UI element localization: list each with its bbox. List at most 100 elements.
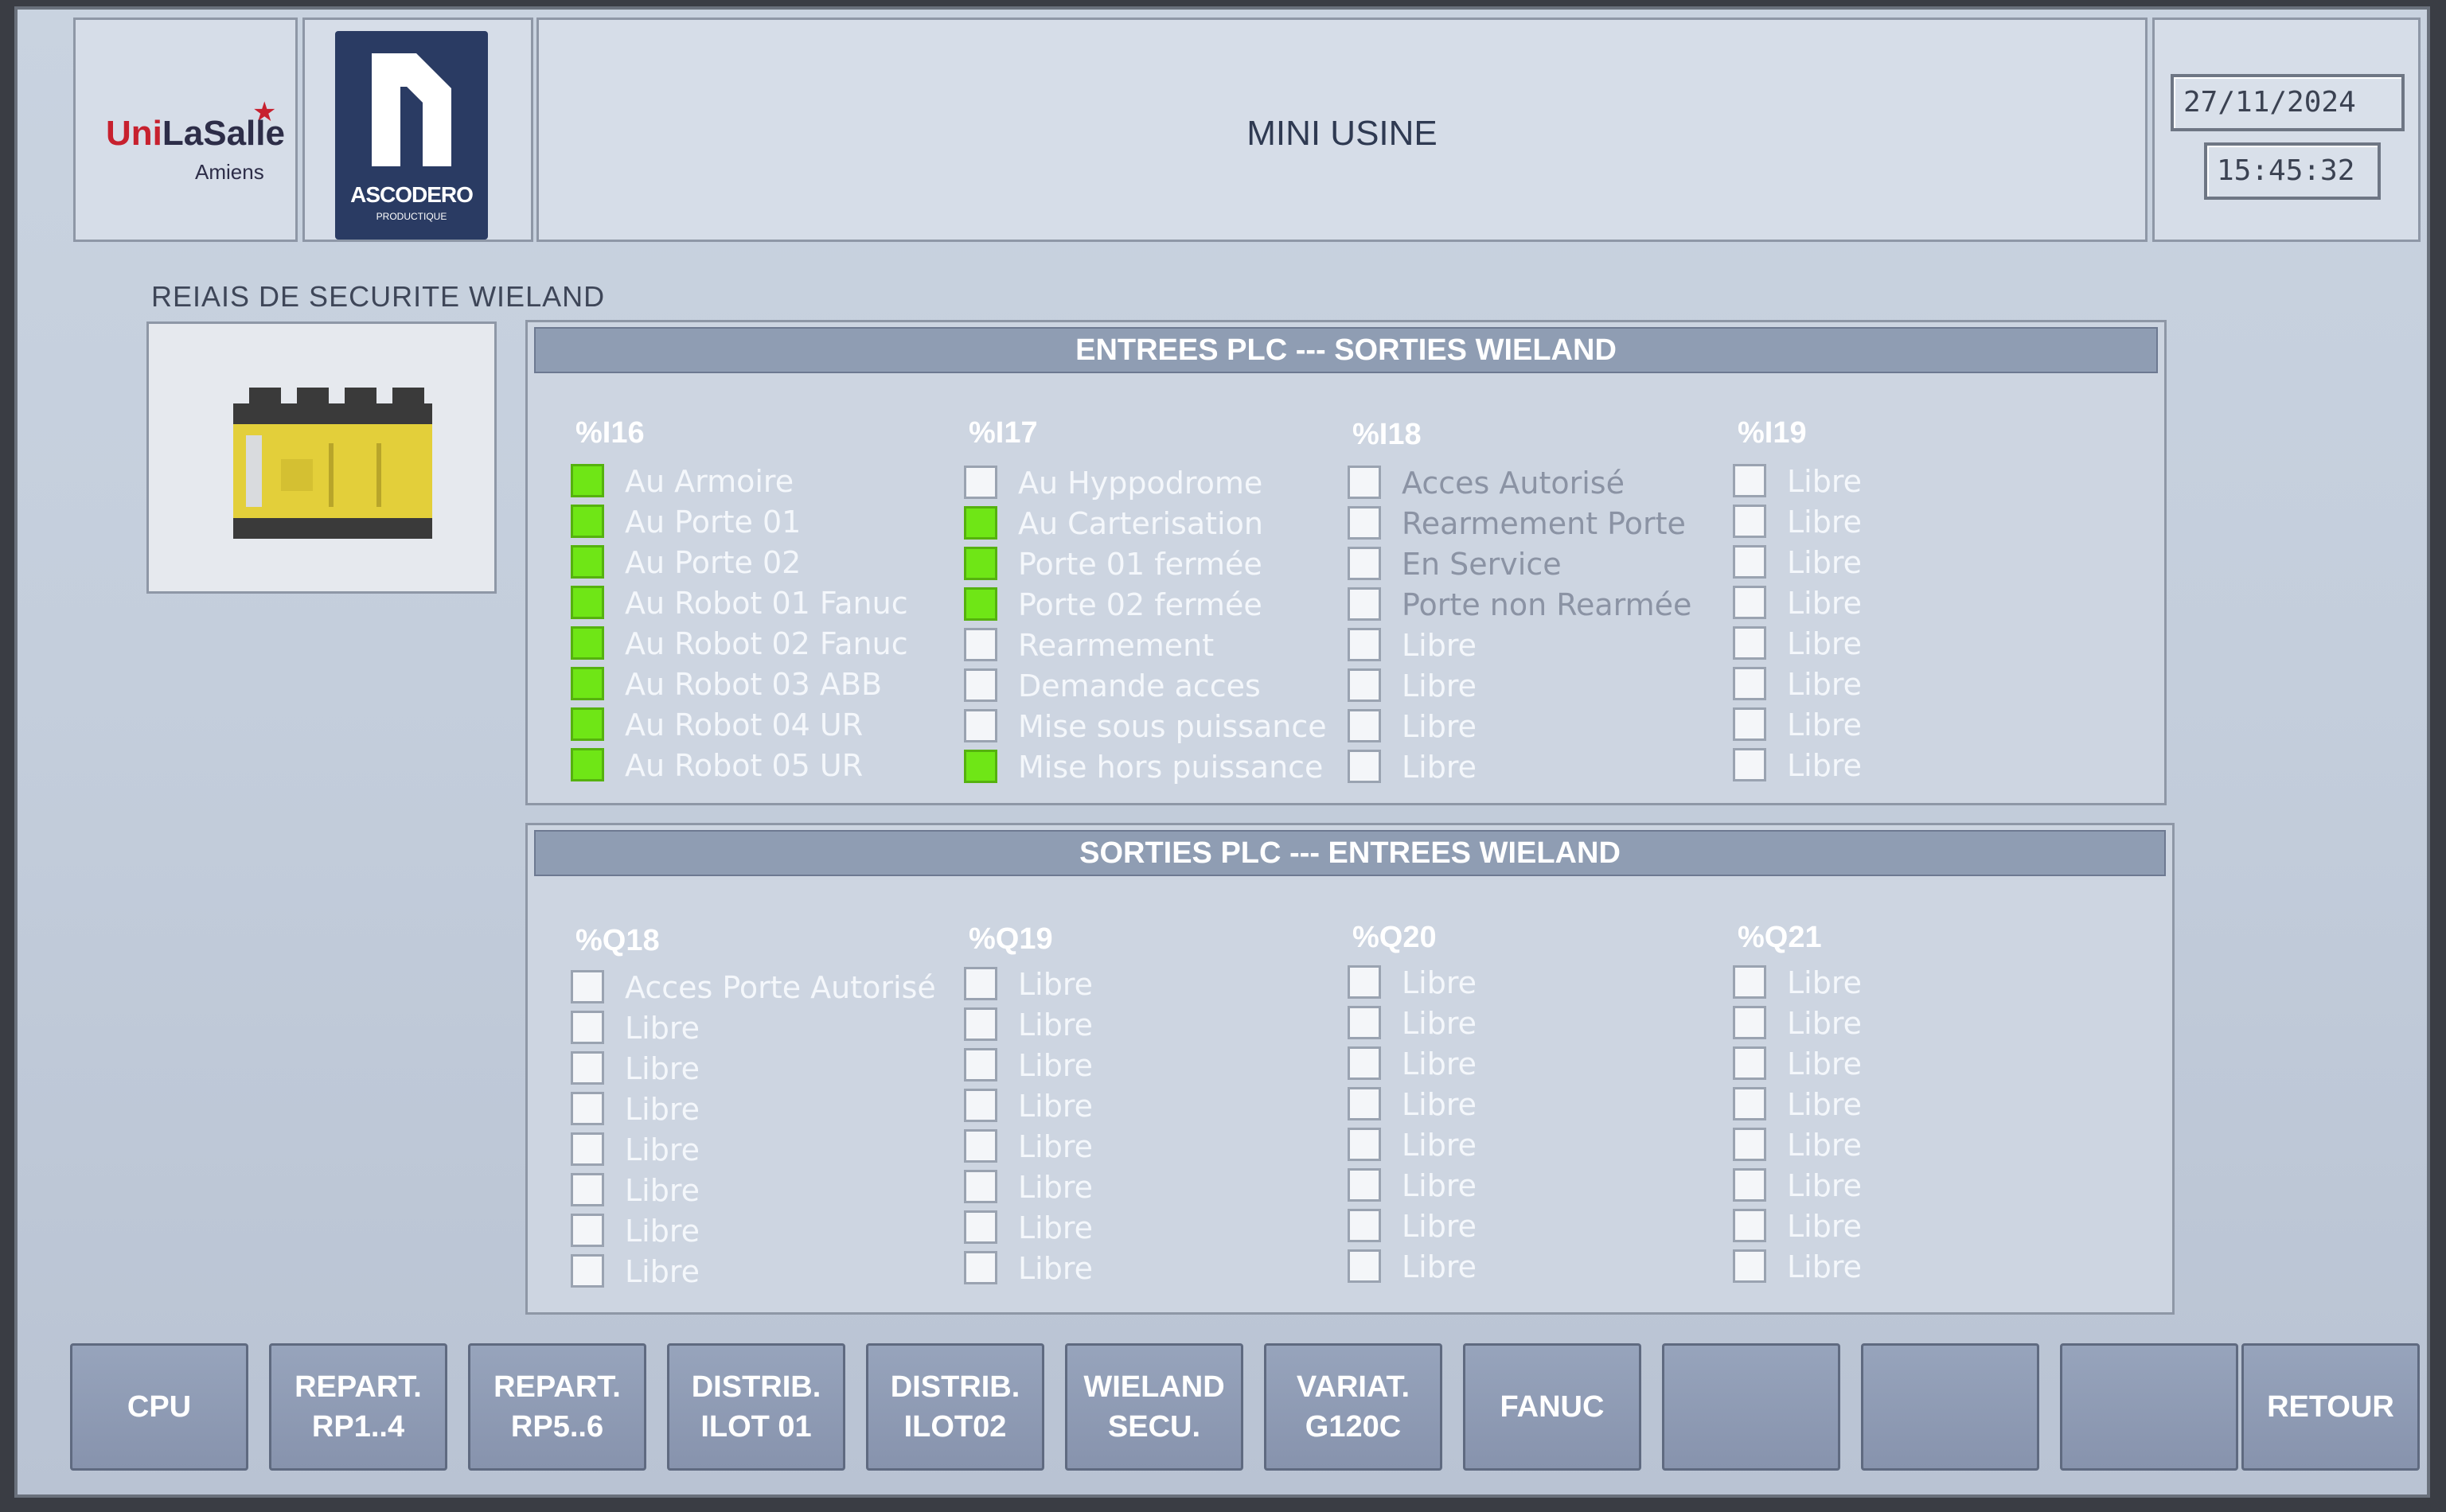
- status-indicator: [964, 1170, 997, 1203]
- signal-label: Libre: [1787, 626, 1863, 661]
- signal-label: Libre: [1787, 1087, 1863, 1122]
- status-indicator: [1348, 1046, 1381, 1080]
- signal-label: Au Robot 05 UR: [625, 748, 864, 783]
- signal-label: Libre: [1402, 1168, 1477, 1203]
- signal-label: Libre: [1787, 1168, 1863, 1203]
- empty-button-1[interactable]: [1662, 1343, 1840, 1471]
- distrib-ilot01-button[interactable]: DISTRIB. ILOT 01: [667, 1343, 845, 1471]
- signal-row: Mise hors puissance: [964, 750, 1362, 788]
- signal-row: Demande acces: [964, 668, 1362, 707]
- signal-row: Au Robot 05 UR: [571, 748, 969, 786]
- signal-label: Libre: [1787, 586, 1863, 621]
- signal-label: Libre: [1018, 1048, 1094, 1083]
- signal-label: Mise hors puissance: [1018, 750, 1324, 785]
- page-title: MINI USINE: [1246, 114, 1438, 153]
- signal-label: Libre: [625, 1132, 700, 1167]
- signal-label: Porte 02 fermée: [1018, 587, 1262, 622]
- signal-label: Au Robot 01 Fanuc: [625, 586, 908, 621]
- status-indicator: [964, 967, 997, 1000]
- status-indicator: [1733, 505, 1766, 538]
- signal-row: Au Robot 02 Fanuc: [571, 626, 969, 664]
- cpu-button[interactable]: CPU: [70, 1343, 248, 1471]
- signal-label: Libre: [1787, 707, 1863, 742]
- signal-row: Porte non Rearmée: [1348, 587, 1746, 625]
- status-indicator: [964, 1007, 997, 1041]
- signal-label: Au Porte 02: [625, 545, 802, 580]
- signal-label: Libre: [1787, 965, 1863, 1000]
- signal-label: Libre: [1018, 1007, 1094, 1042]
- distrib-ilot02-button[interactable]: DISTRIB. ILOT02: [866, 1343, 1044, 1471]
- outputs-header: SORTIES PLC --- ENTREES WIELAND: [534, 830, 2166, 876]
- wieland-secu-button[interactable]: WIELAND SECU.: [1065, 1343, 1243, 1471]
- status-indicator: [1733, 965, 1766, 999]
- signal-label: En Service: [1402, 547, 1562, 582]
- signal-row: Libre: [1348, 1128, 1746, 1166]
- signal-row: Acces Porte Autorisé: [571, 970, 969, 1008]
- signal-label: Libre: [1402, 628, 1477, 663]
- signal-row: Libre: [964, 1129, 1362, 1167]
- signal-label: Libre: [1402, 1046, 1477, 1081]
- status-indicator: [1348, 1087, 1381, 1120]
- signal-row: Au Porte 02: [571, 545, 969, 583]
- signal-label: Rearmement: [1018, 628, 1215, 663]
- status-indicator: [964, 547, 997, 580]
- signal-label: Libre: [1402, 1209, 1477, 1244]
- repart-rp5-6-button[interactable]: REPART. RP5..6: [468, 1343, 646, 1471]
- status-indicator: [571, 1132, 604, 1166]
- relay-image: [146, 321, 497, 594]
- signal-row: Libre: [1733, 1168, 2131, 1206]
- signal-label: Au Carterisation: [1018, 506, 1263, 541]
- repart-rp1-4-button[interactable]: REPART. RP1..4: [269, 1343, 447, 1471]
- fanuc-button[interactable]: FANUC: [1463, 1343, 1641, 1471]
- signal-label: Libre: [1018, 1089, 1094, 1124]
- signal-row: Porte 02 fermée: [964, 587, 1362, 625]
- signal-label: Au Hyppodrome: [1018, 466, 1263, 501]
- signal-label: Libre: [625, 1011, 700, 1046]
- signal-row: Mise sous puissance: [964, 709, 1362, 747]
- signal-row: Libre: [1348, 1006, 1746, 1044]
- signal-row: Libre: [1733, 586, 2131, 624]
- signal-row: Libre: [571, 1254, 969, 1292]
- signal-label: Libre: [1402, 750, 1477, 785]
- signal-row: Libre: [964, 1251, 1362, 1289]
- signal-label: Acces Porte Autorisé: [625, 970, 936, 1005]
- status-indicator: [571, 545, 604, 579]
- column-title: %Q20: [1352, 921, 1437, 954]
- signal-row: Libre: [964, 1210, 1362, 1249]
- empty-button-3[interactable]: [2060, 1343, 2238, 1471]
- status-indicator: [1348, 1209, 1381, 1242]
- signal-row: Libre: [964, 1089, 1362, 1127]
- signal-label: Libre: [1402, 1087, 1477, 1122]
- retour-button[interactable]: RETOUR: [2241, 1343, 2420, 1471]
- status-indicator: [1733, 1209, 1766, 1242]
- signal-row: Libre: [1733, 505, 2131, 543]
- status-indicator: [571, 505, 604, 538]
- signal-label: Au Robot 04 UR: [625, 707, 864, 742]
- status-indicator: [571, 586, 604, 619]
- variat-g120c-button[interactable]: VARIAT. G120C: [1264, 1343, 1442, 1471]
- status-indicator: [571, 1051, 604, 1085]
- signal-label: Libre: [625, 1173, 700, 1208]
- column-title: %I18: [1352, 418, 1422, 451]
- signal-row: Libre: [964, 1048, 1362, 1086]
- title-panel: MINI USINE: [536, 18, 2148, 242]
- signal-row: Libre: [1733, 1006, 2131, 1044]
- logo-text-city: Amiens: [195, 160, 264, 184]
- signal-label: Libre: [1787, 667, 1863, 702]
- empty-button-2[interactable]: [1861, 1343, 2039, 1471]
- inputs-header: ENTREES PLC --- SORTIES WIELAND: [534, 327, 2158, 373]
- status-indicator: [1733, 1168, 1766, 1202]
- signal-row: Au Robot 01 Fanuc: [571, 586, 969, 624]
- status-indicator: [571, 1254, 604, 1288]
- signal-label: Libre: [1787, 1209, 1863, 1244]
- date-field: 27/11/2024: [2171, 74, 2405, 131]
- signal-row: Au Hyppodrome: [964, 466, 1362, 504]
- signal-label: Au Porte 01: [625, 505, 802, 540]
- column-title: %I19: [1738, 416, 1807, 450]
- status-indicator: [1348, 965, 1381, 999]
- signal-row: Libre: [1348, 1209, 1746, 1247]
- inputs-group: ENTREES PLC --- SORTIES WIELAND %I16 Au …: [525, 320, 2167, 805]
- signal-label: Libre: [1018, 967, 1094, 1002]
- status-indicator: [1733, 1087, 1766, 1120]
- signal-row: Porte 01 fermée: [964, 547, 1362, 585]
